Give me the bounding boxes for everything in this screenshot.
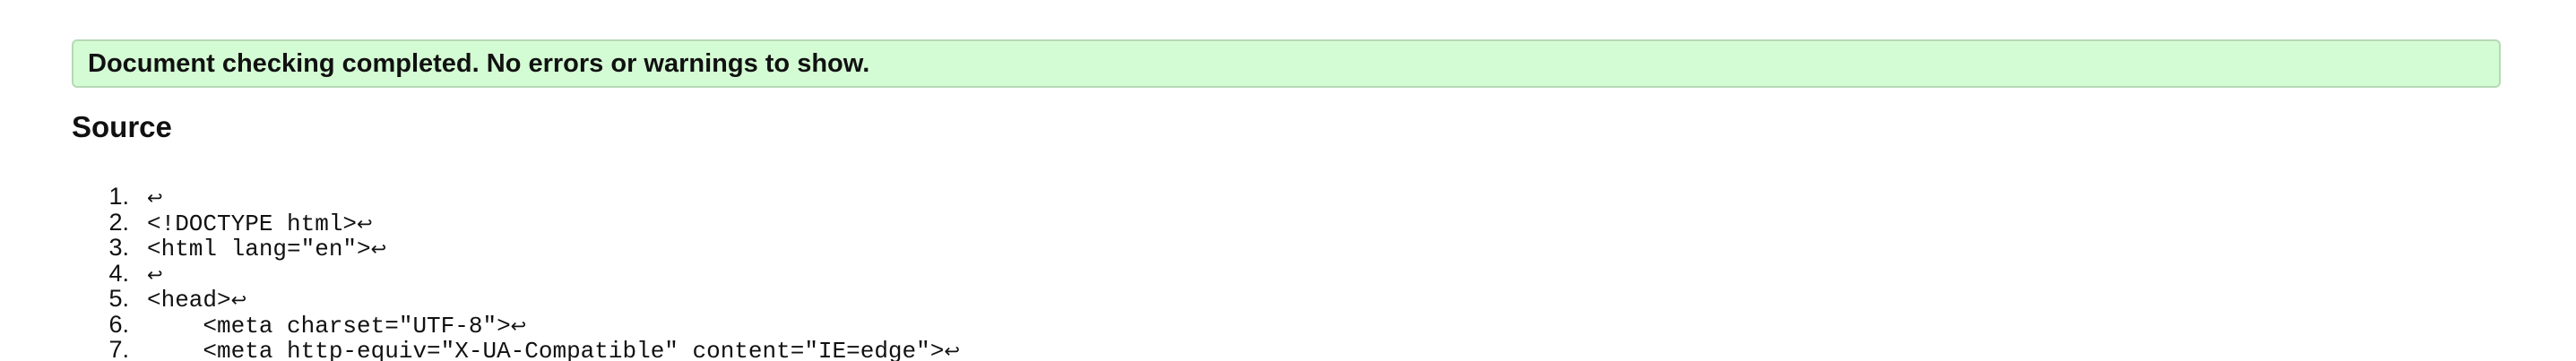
line-code: <!DOCTYPE html> <box>147 210 358 237</box>
source-line: 7. <meta http-equiv="X-UA-Compatible" co… <box>72 336 960 361</box>
line-break-icon: ↩ <box>357 212 373 235</box>
line-number: 1. <box>108 183 129 210</box>
source-line: 1. ↩ <box>72 183 960 210</box>
source-line: 3. <html lang="en"> ↩ <box>72 234 960 262</box>
source-line: 4. ↩ <box>72 259 960 287</box>
source-listing: 1. ↩ 2. <!DOCTYPE html> ↩ 3. <html lang="en"… <box>72 183 960 361</box>
source-line: 5. <head> ↩ <box>72 285 960 314</box>
line-break-icon: ↩ <box>370 238 387 260</box>
line-code: <meta charset="UTF-8"> <box>147 312 511 340</box>
line-number: 5. <box>108 285 129 312</box>
line-break-icon: ↩ <box>147 187 163 209</box>
status-message-banner: Document checking completed. No errors o… <box>72 39 2501 88</box>
line-number: 3. <box>108 234 129 261</box>
source-heading: Source <box>72 110 172 143</box>
line-number: 2. <box>108 208 129 236</box>
line-code: <head> <box>147 287 231 314</box>
line-break-icon: ↩ <box>510 314 527 337</box>
line-break-icon: ↩ <box>230 289 247 311</box>
line-break-icon: ↩ <box>944 340 960 361</box>
source-line: 6. <meta charset="UTF-8"> ↩ <box>72 310 960 340</box>
source-line: 2. <!DOCTYPE html> ↩ <box>72 208 960 237</box>
line-code: <html lang="en"> <box>147 236 371 262</box>
line-break-icon: ↩ <box>147 263 163 286</box>
line-number: 6. <box>108 310 129 338</box>
line-code: <meta http-equiv="X-UA-Compatible" conte… <box>147 338 945 361</box>
line-number: 4. <box>108 259 129 287</box>
line-number: 7. <box>108 336 129 361</box>
